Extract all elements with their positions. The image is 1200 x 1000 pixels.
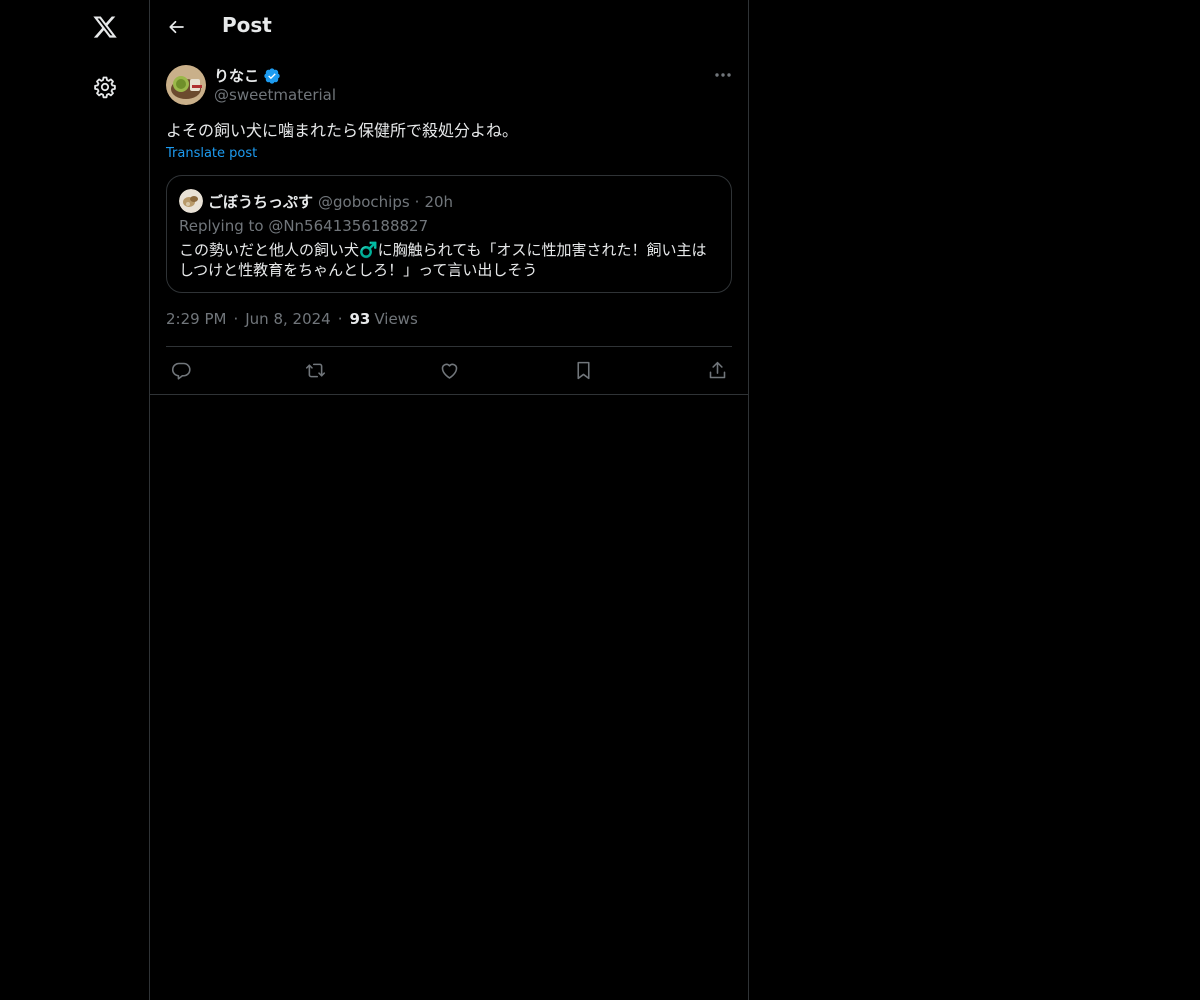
- reply-button[interactable]: [168, 357, 194, 383]
- translate-post-link[interactable]: Translate post: [166, 146, 257, 161]
- verified-badge-icon[interactable]: [263, 67, 281, 85]
- app: Post りなこ @sweetmaterial よその飼い犬に噛まれたら保健所で…: [0, 0, 1200, 1000]
- post-date[interactable]: Jun 8, 2024: [245, 310, 330, 328]
- like-button[interactable]: [436, 357, 462, 383]
- post-meta: 2:29 PM · Jun 8, 2024 · 93 Views: [166, 310, 418, 328]
- bookmark-icon: [576, 361, 590, 379]
- author-handle[interactable]: @sweetmaterial: [214, 86, 336, 104]
- post-text: よその飼い犬に噛まれたら保健所で殺処分よね。: [166, 121, 519, 140]
- views-count: 93: [349, 310, 371, 328]
- arrow-left-icon: [169, 20, 184, 34]
- quoted-post[interactable]: ごぼうちっぷす @gobochips · 20h Replying to @Nn…: [166, 175, 732, 293]
- more-options-button[interactable]: [712, 66, 734, 84]
- bookmark-button[interactable]: [570, 357, 596, 383]
- author-avatar[interactable]: [166, 65, 206, 105]
- settings-gear-icon[interactable]: [91, 73, 119, 101]
- separator-dot: ·: [337, 310, 343, 328]
- share-button[interactable]: [704, 357, 730, 383]
- main-column: Post りなこ @sweetmaterial よその飼い犬に噛まれたら保健所で…: [150, 0, 749, 1000]
- back-button[interactable]: [164, 14, 190, 40]
- share-icon: [709, 361, 725, 378]
- post-time[interactable]: 2:29 PM: [166, 310, 226, 328]
- separator-dot: ·: [233, 310, 239, 328]
- repost-icon: [305, 363, 325, 377]
- quoted-post-time[interactable]: 20h: [424, 193, 453, 211]
- quoted-author-name[interactable]: ごぼうちっぷす: [208, 191, 313, 212]
- divider: [166, 346, 732, 347]
- author-name-row[interactable]: りなこ: [214, 65, 281, 86]
- heart-icon: [441, 363, 457, 379]
- divider: [150, 394, 748, 395]
- author-name[interactable]: りなこ: [214, 65, 259, 86]
- more-horizontal-icon: [715, 73, 731, 77]
- quoted-post-header: ごぼうちっぷす @gobochips · 20h: [208, 191, 453, 212]
- left-sidebar: [0, 0, 150, 1000]
- quoted-post-text: この勢いだと他人の飼い犬♂️に胸触られても「オスに性加害された！飼い主はしつけと…: [179, 241, 707, 279]
- views-label: Views: [374, 310, 418, 328]
- page-title: Post: [222, 13, 272, 37]
- separator-dot: ·: [414, 192, 420, 211]
- quoted-author-avatar[interactable]: [179, 189, 203, 213]
- page-header: Post: [150, 0, 748, 54]
- reply-icon: [171, 362, 191, 380]
- repost-button[interactable]: [302, 357, 328, 383]
- action-bar: [166, 355, 732, 385]
- replying-to-text: Replying to @Nn5641356188827: [179, 217, 429, 235]
- quoted-author-handle[interactable]: @gobochips: [318, 193, 410, 211]
- x-logo-icon[interactable]: [88, 10, 122, 44]
